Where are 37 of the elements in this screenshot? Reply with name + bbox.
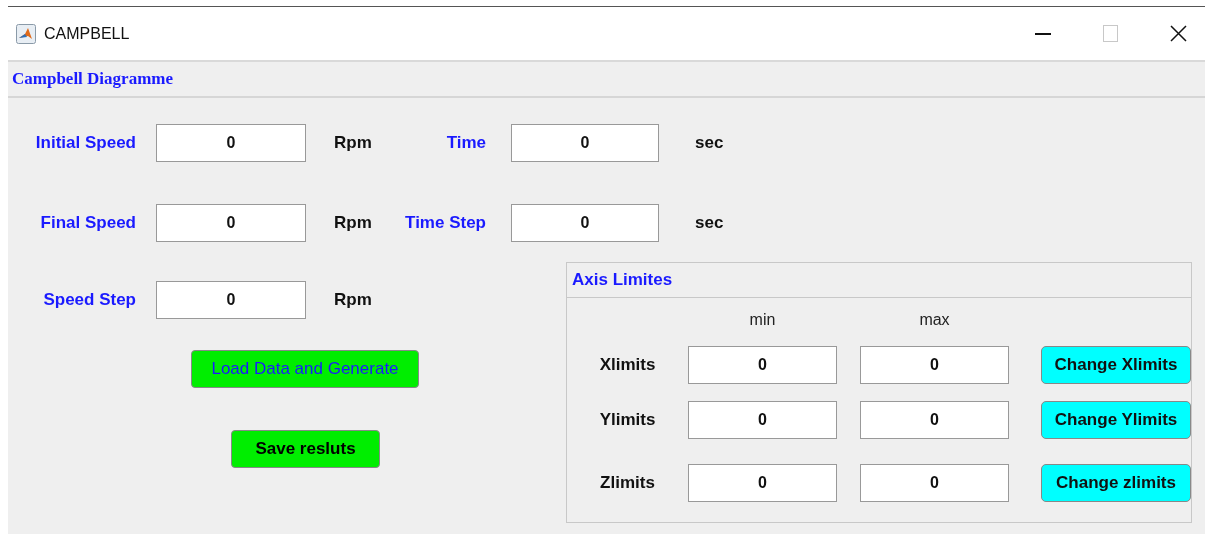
change-limits-button[interactable]: Change Xlimits — [1041, 346, 1191, 384]
input-field[interactable]: 0 — [688, 401, 837, 439]
peak-icon — [16, 23, 36, 44]
close-icon[interactable] — [1170, 25, 1187, 42]
field-label: Time Step — [404, 213, 487, 233]
field-label: Initial Speed — [34, 133, 137, 153]
input-field[interactable]: 0 — [156, 124, 306, 162]
window-title: CAMPBELL — [44, 24, 130, 43]
unit-label: Rpm — [333, 213, 373, 233]
unit-label: sec — [694, 213, 725, 233]
input-field[interactable]: 0 — [511, 204, 659, 242]
field-label: Time — [445, 133, 487, 153]
unit-label: Rpm — [333, 133, 373, 153]
axis-label: Xlimits — [598, 355, 657, 375]
unit-label: Rpm — [333, 290, 373, 310]
field-label: Speed Step — [42, 290, 137, 310]
field-label: Final Speed — [39, 213, 137, 233]
axis-label: Zlimits — [599, 473, 656, 493]
change-limits-button[interactable]: Change zlimits — [1041, 464, 1191, 502]
input-field[interactable]: 0 — [688, 346, 837, 384]
axis-label: Ylimits — [598, 410, 657, 430]
minimize-icon[interactable] — [1035, 32, 1051, 35]
save-button[interactable]: Save resluts — [231, 430, 380, 468]
panel-title: Axis Limites — [572, 270, 673, 290]
input-field[interactable]: 0 — [688, 464, 837, 502]
input-field[interactable]: 0 — [156, 281, 306, 319]
unit-label: sec — [694, 133, 725, 153]
input-field[interactable]: 0 — [511, 124, 659, 162]
load-button[interactable]: Load Data and Generate — [191, 350, 419, 388]
column-header: max — [918, 310, 951, 330]
input-field[interactable]: 0 — [860, 464, 1009, 502]
panel-title: Campbell Diagramme — [12, 69, 173, 89]
input-field[interactable]: 0 — [860, 346, 1009, 384]
column-header: min — [748, 310, 777, 330]
change-limits-button[interactable]: Change Ylimits — [1041, 401, 1191, 439]
input-field[interactable]: 0 — [860, 401, 1009, 439]
input-field[interactable]: 0 — [156, 204, 306, 242]
